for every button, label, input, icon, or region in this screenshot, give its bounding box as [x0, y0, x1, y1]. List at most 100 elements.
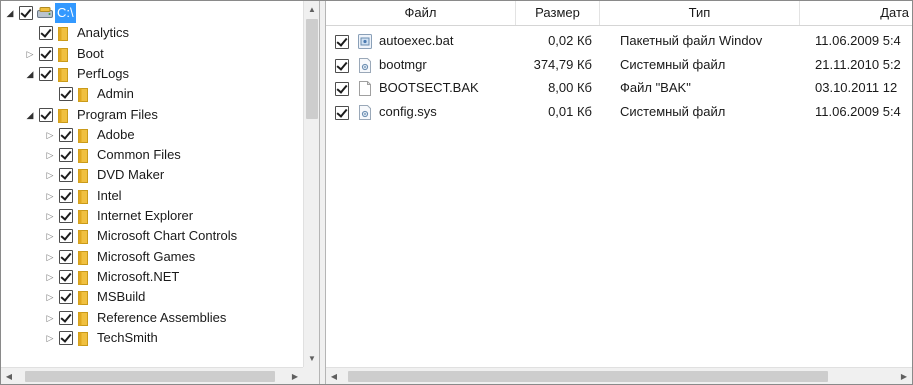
tree-item[interactable]: ▷ Microsoft Games	[1, 247, 303, 267]
tree-item[interactable]: ◢ Program Files	[1, 105, 303, 125]
column-header-date[interactable]: Дата	[800, 1, 912, 25]
expand-arrow-icon[interactable]: ▷	[45, 247, 55, 267]
tree-item[interactable]: ▷ Common Files	[1, 145, 303, 165]
expand-arrow-icon[interactable]: ▷	[45, 328, 55, 348]
folder-icon	[78, 230, 88, 245]
tree-item[interactable]: ▷ Adobe	[1, 125, 303, 145]
scroll-up-arrow-icon[interactable]: ▲	[304, 1, 319, 18]
scroll-right-arrow-icon[interactable]: ▶	[896, 368, 912, 384]
file-row-checkbox[interactable]	[335, 58, 349, 73]
tree-root-row[interactable]: ◢ C:\	[1, 3, 303, 23]
collapse-arrow-icon[interactable]: ◢	[5, 3, 15, 23]
scroll-down-arrow-icon[interactable]: ▼	[304, 350, 319, 367]
tree-item-checkbox[interactable]	[39, 46, 53, 61]
blank-file-icon	[358, 81, 372, 96]
expand-arrow-icon[interactable]: ▷	[45, 206, 55, 226]
tree-item[interactable]: ▷ Reference Assemblies	[1, 308, 303, 328]
file-size: 8,00 Кб	[548, 80, 592, 95]
folder-icon	[78, 189, 88, 204]
tree-item-checkbox[interactable]	[59, 127, 73, 142]
expand-arrow-icon[interactable]: ▷	[45, 145, 55, 165]
tree-item-label[interactable]: Common Files	[97, 145, 181, 165]
tree-item[interactable]: ▷ Boot	[1, 44, 303, 64]
tree-item-checkbox[interactable]	[59, 269, 73, 284]
pane-splitter[interactable]	[319, 1, 326, 384]
tree-item[interactable]: ▷ Microsoft.NET	[1, 267, 303, 287]
tree-item-checkbox[interactable]	[59, 229, 73, 244]
tree-item-label[interactable]: DVD Maker	[97, 165, 164, 185]
tree-item-label[interactable]: Admin	[97, 84, 134, 104]
file-row-checkbox[interactable]	[335, 82, 349, 96]
tree-item-label[interactable]: Microsoft.NET	[97, 267, 179, 287]
tree-item-label[interactable]: Reference Assemblies	[97, 308, 226, 328]
tree-item-checkbox[interactable]	[59, 290, 73, 305]
tree-item[interactable]: Analytics	[1, 23, 303, 43]
file-row[interactable]: autoexec.bat 0,02 Кб Пакетный файл Windov 1…	[326, 30, 912, 52]
tree-item-label[interactable]: Boot	[77, 44, 104, 64]
tree-item[interactable]: Admin	[1, 84, 303, 104]
tree-item-label[interactable]: Analytics	[77, 23, 129, 43]
tree-item-label[interactable]: Internet Explorer	[97, 206, 193, 226]
file-date: 21.11.2010 5:2	[815, 56, 901, 72]
tree-item-label[interactable]: MSBuild	[97, 287, 145, 307]
tree-item-label[interactable]: Intel	[97, 186, 122, 206]
expand-arrow-icon[interactable]: ▷	[45, 125, 55, 145]
tree-item-checkbox[interactable]	[59, 310, 73, 325]
collapse-arrow-icon[interactable]: ◢	[25, 105, 35, 125]
expand-arrow-icon[interactable]: ▷	[45, 165, 55, 185]
tree-item-label[interactable]: Program Files	[77, 105, 158, 125]
tree-item-checkbox[interactable]	[59, 209, 73, 223]
column-header-size[interactable]: Размер	[516, 1, 600, 25]
tree-root-checkbox[interactable]	[19, 6, 33, 20]
expand-arrow-icon[interactable]: ▷	[45, 267, 55, 287]
column-header-name[interactable]: Файл	[326, 1, 516, 25]
tree-item-checkbox[interactable]	[59, 330, 73, 345]
expand-arrow-icon[interactable]: ▷	[45, 186, 55, 206]
tree-item-checkbox[interactable]	[39, 107, 53, 122]
tree-item[interactable]: ▷ MSBuild	[1, 287, 303, 307]
tree-item[interactable]: ▷ Intel	[1, 186, 303, 206]
tree-item[interactable]: ▷ TechSmith	[1, 328, 303, 348]
tree-item-checkbox[interactable]	[39, 26, 53, 41]
file-row[interactable]: bootmgr 374,79 Кб Системный файл 21.11.2010…	[326, 54, 912, 76]
tree-item-label[interactable]: TechSmith	[97, 328, 158, 348]
tree-item-checkbox[interactable]	[59, 249, 73, 264]
tree-item-checkbox[interactable]	[59, 188, 73, 203]
tree-item-checkbox[interactable]	[39, 66, 53, 81]
tree-item-checkbox[interactable]	[59, 87, 73, 102]
tree-item[interactable]: ▷ DVD Maker	[1, 165, 303, 185]
tree-item[interactable]: ▷ Microsoft Chart Controls	[1, 226, 303, 246]
file-row-checkbox[interactable]	[335, 35, 349, 49]
expand-arrow-icon[interactable]: ▷	[45, 226, 55, 246]
file-list-header: Файл Размер Тип Дата	[326, 1, 912, 26]
collapse-arrow-icon[interactable]: ◢	[25, 64, 35, 84]
expand-arrow-icon[interactable]: ▷	[25, 44, 35, 64]
tree-horizontal-scrollbar[interactable]: ◀ ▶	[1, 367, 303, 384]
tree-horizontal-scroll-thumb[interactable]	[25, 371, 275, 382]
file-row[interactable]: config.sys 0,01 Кб Системный файл 11.06.200…	[326, 101, 912, 123]
tree-item-label[interactable]: PerfLogs	[77, 64, 129, 84]
expander-placeholder	[25, 23, 35, 43]
tree-vertical-scroll-thumb[interactable]	[306, 19, 318, 119]
scroll-left-arrow-icon[interactable]: ◀	[326, 368, 342, 384]
tree-item-checkbox[interactable]	[59, 148, 73, 163]
tree-item[interactable]: ▷ Internet Explorer	[1, 206, 303, 226]
file-row[interactable]: BOOTSECT.BAK 8,00 Кб Файл "BAK" 03.10.2011 …	[326, 77, 912, 99]
tree-vertical-scrollbar[interactable]: ▲ ▼	[303, 1, 319, 367]
scroll-left-arrow-icon[interactable]: ◀	[1, 368, 17, 384]
file-list-pane: Файл Размер Тип Дата autoexec.bat 0,02 Кб…	[326, 1, 912, 384]
tree-item[interactable]: ◢ PerfLogs	[1, 64, 303, 84]
scroll-right-arrow-icon[interactable]: ▶	[287, 368, 303, 384]
expand-arrow-icon[interactable]: ▷	[45, 287, 55, 307]
tree-item-label[interactable]: Microsoft Games	[97, 247, 195, 267]
tree-root-label[interactable]: C:\	[55, 3, 76, 23]
file-row-checkbox[interactable]	[335, 105, 349, 120]
file-list-horizontal-scrollbar[interactable]: ◀ ▶	[326, 367, 912, 384]
file-list-horizontal-scroll-thumb[interactable]	[348, 371, 828, 382]
tree-item-label[interactable]: Microsoft Chart Controls	[97, 226, 237, 246]
column-header-type[interactable]: Тип	[600, 1, 800, 25]
tree-item-label[interactable]: Adobe	[97, 125, 135, 145]
expand-arrow-icon[interactable]: ▷	[45, 308, 55, 328]
tree-item-checkbox[interactable]	[59, 168, 73, 183]
expander-placeholder	[45, 84, 55, 104]
